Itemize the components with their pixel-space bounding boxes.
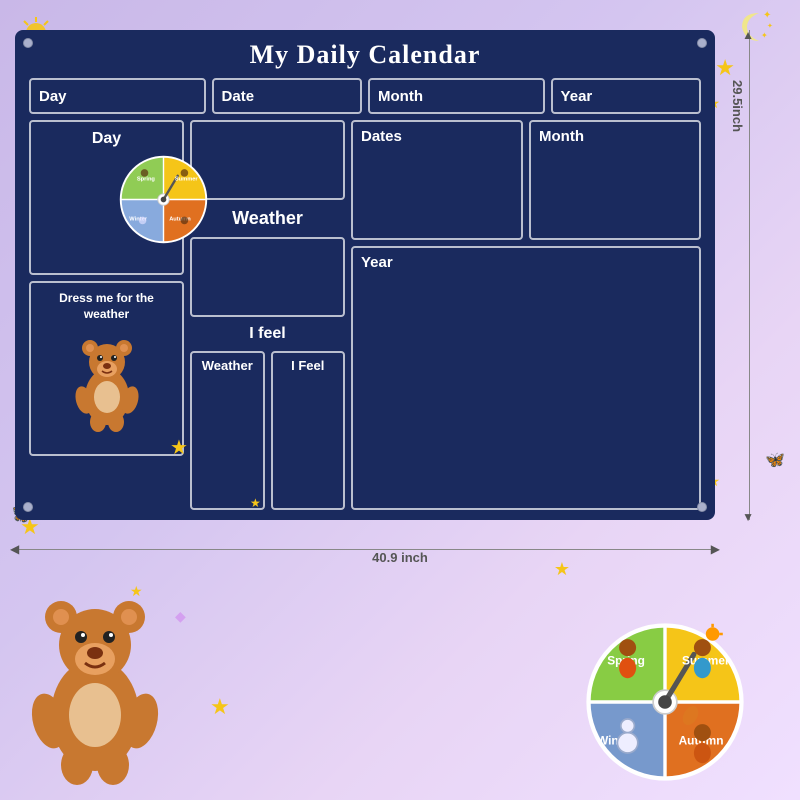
bear-decoration-large [25, 585, 165, 790]
year-box: Year [351, 246, 701, 510]
year-label: Year [361, 254, 393, 271]
svg-text:✦: ✦ [767, 22, 773, 30]
svg-text:Spring: Spring [137, 177, 156, 183]
seasons-spinner-large: Spring Summer Autumn Winter [580, 617, 750, 792]
left-column: Day [29, 120, 184, 510]
height-arrow-top: ▲ [742, 28, 754, 42]
day-label: Day [92, 130, 121, 148]
star-decoration-1: ★ [715, 55, 735, 81]
ifeel-small-label: I Feel [291, 358, 324, 373]
weather-small-box: Weather [190, 351, 265, 510]
grommet-tl [23, 38, 33, 48]
board-title: My Daily Calendar [29, 40, 701, 70]
width-dimension-label: 40.9 inch [372, 550, 428, 565]
height-arrow-bottom: ▼ [742, 510, 754, 524]
month-label: Month [539, 128, 584, 145]
weather-small-label: Weather [202, 358, 253, 373]
main-content-row: Day [29, 120, 701, 510]
header-year: Year [551, 78, 701, 114]
width-arrow-right: ▶ [711, 542, 720, 556]
svg-text:Summer: Summer [682, 654, 730, 668]
svg-text:✦: ✦ [763, 10, 771, 21]
ifeel-main-label: I feel [190, 323, 345, 345]
butterfly-decoration-2: 🦋 [765, 450, 785, 470]
moon-decoration: ✦ ✦ ✦ [737, 8, 775, 51]
seasons-spinner-small: Spring Summer Autumn Winter [116, 152, 211, 247]
dress-label: Dress me for the weather [39, 291, 174, 322]
height-dimension-label: 29.5inch [730, 80, 745, 132]
weather-display-box [190, 237, 345, 317]
dress-me-box: Dress me for the weather [29, 281, 184, 456]
svg-text:Autumn: Autumn [679, 734, 724, 748]
day-big-box: Day [29, 120, 184, 275]
star-bottom-3: ★ [554, 559, 570, 580]
diamond-decoration-2: ◆ [175, 608, 186, 625]
ifeel-small-box: I Feel [271, 351, 346, 510]
header-day: Day [29, 78, 206, 114]
dates-label: Dates [361, 128, 402, 145]
grommet-tr [697, 38, 707, 48]
right-column: Dates Month Year [351, 120, 701, 510]
svg-text:Winter: Winter [597, 734, 634, 748]
grommet-br [697, 502, 707, 512]
dates-box: Dates [351, 120, 523, 240]
calendar-board: My Daily Calendar Day Date Month Year Da… [15, 30, 715, 520]
height-dimension-line [749, 30, 750, 520]
svg-text:Spring: Spring [607, 654, 645, 668]
width-arrow-left: ◀ [10, 542, 19, 556]
header-date: Date [212, 78, 362, 114]
month-box: Month [529, 120, 701, 240]
header-row: Day Date Month Year [29, 78, 701, 114]
star-decoration-5: ★ [210, 694, 230, 720]
star-decoration-4: ★ [130, 583, 143, 600]
center-column: Weather I feel Weather I Feel [190, 120, 345, 510]
width-dimension-line [15, 549, 715, 550]
bottom-labels-row: Weather I Feel [190, 351, 345, 510]
grommet-bl [23, 502, 33, 512]
svg-text:Summer: Summer [175, 177, 199, 183]
center-top-box [190, 120, 345, 200]
svg-text:✦: ✦ [761, 31, 768, 40]
bear-icon-board [72, 332, 142, 435]
header-month: Month [368, 78, 545, 114]
right-top-row: Dates Month [351, 120, 701, 240]
weather-main-label: Weather [190, 206, 345, 231]
